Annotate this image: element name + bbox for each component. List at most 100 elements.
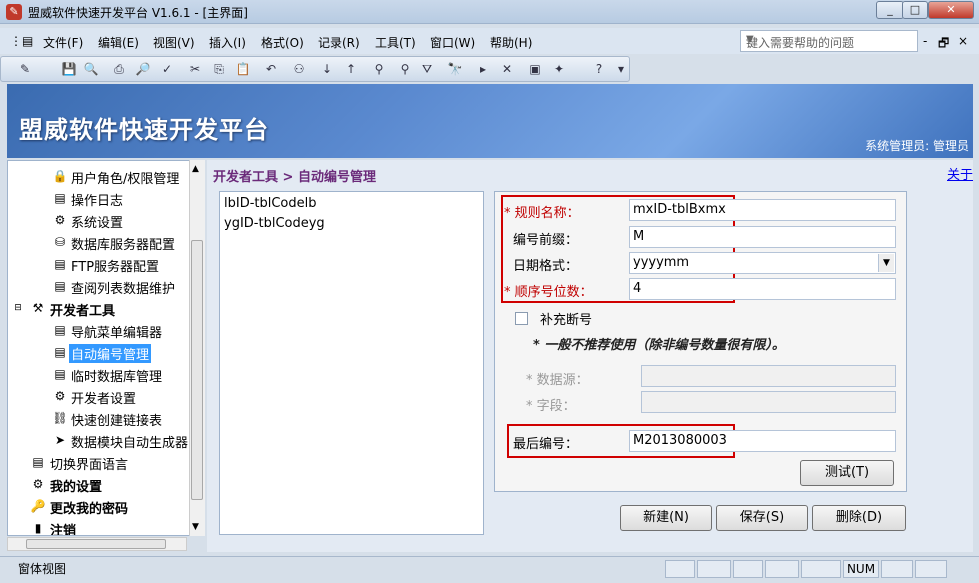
tree-vertical-scroll-thumb[interactable] (191, 240, 203, 500)
hyperlink-icon[interactable]: ⚇ (291, 61, 307, 77)
status-panel (765, 560, 799, 578)
num-lock-indicator: NUM (843, 560, 879, 578)
print-icon[interactable]: ⎙ (111, 61, 127, 77)
title-bar: ✎ 盟威软件快速开发平台 V1.6.1 - [主界面] _ □ ✕ (0, 0, 979, 24)
tree-item-db-server[interactable]: ⛁ 数据库服务器配置 (8, 231, 190, 253)
spelling-icon[interactable]: ✓ (159, 61, 175, 77)
menu-window[interactable]: 窗口(W) (430, 34, 475, 51)
scroll-up-icon[interactable]: ▲ (192, 164, 199, 174)
menu-insert[interactable]: 插入(I) (209, 34, 246, 51)
toolbar-options-icon[interactable]: ▾ (613, 61, 629, 77)
collapse-icon[interactable]: ⊟ (10, 300, 26, 316)
about-link[interactable]: 关于 (947, 164, 973, 183)
prefix-field[interactable]: M (629, 226, 896, 248)
datasource-field[interactable] (641, 365, 896, 387)
tree-item-auto-number[interactable]: ▤ 自动编号管理 (8, 341, 190, 363)
find-icon[interactable]: 🔭 (447, 61, 463, 77)
status-panel (801, 560, 841, 578)
test-button[interactable]: 测试(T) (800, 460, 894, 486)
key-icon: 🔑 (30, 499, 46, 513)
fill-gap-checkbox[interactable] (515, 312, 528, 325)
mdi-minimize-button[interactable]: - (923, 34, 927, 48)
new-button[interactable]: 新建(N) (620, 505, 712, 531)
tree-item-role-permission[interactable]: 🔒 用户角色/权限管理 (8, 165, 190, 187)
mdi-restore-button[interactable]: 🗗 (938, 34, 949, 55)
filter-selection-icon[interactable]: ⚲ (371, 61, 387, 77)
menu-records[interactable]: 记录(R) (318, 34, 360, 51)
date-format-label: 日期格式： (513, 259, 579, 274)
scroll-down-icon[interactable]: ▼ (192, 522, 199, 532)
prefix-label: 编号前缀： (513, 233, 579, 248)
new-object-icon[interactable]: ✦ (551, 61, 567, 77)
filter-icon[interactable]: ⛛ (419, 61, 435, 77)
print-preview-icon[interactable]: 🔎 (135, 61, 151, 77)
document-icon: ▤ (54, 323, 66, 337)
save-button[interactable]: 保存(S) (716, 505, 808, 531)
tree-item-switch-language[interactable]: ▤ 切换界面语言 (8, 451, 190, 473)
tree-horizontal-scroll-thumb[interactable] (26, 539, 166, 549)
help-search-input[interactable]: 键入需要帮助的问题 ▼ (740, 30, 918, 52)
tree-item-temp-db[interactable]: ▤ 临时数据库管理 (8, 363, 190, 385)
menu-grip-icon: ⋮▤ (10, 34, 34, 48)
date-format-select[interactable]: yyyymm ▼ (629, 252, 896, 274)
chevron-down-icon[interactable]: ▼ (746, 34, 915, 45)
tree-item-lookup-data[interactable]: ▤ 查阅列表数据维护 (8, 275, 190, 297)
last-number-field[interactable]: M2013080003 (629, 430, 896, 452)
rule-name-field[interactable]: mxID-tblBxmx (629, 199, 896, 221)
menu-file[interactable]: 文件(F) (43, 34, 83, 51)
tree-item-ftp-server[interactable]: ▤ FTP服务器配置 (8, 253, 190, 275)
menu-format[interactable]: 格式(O) (261, 34, 304, 51)
database-window-icon[interactable]: ▣ (527, 61, 543, 77)
settings-icon: ⚙ (54, 389, 66, 403)
menu-view[interactable]: 视图(V) (153, 34, 195, 51)
generator-icon: ➤ (54, 433, 66, 447)
tree-item-my-settings[interactable]: ⚙ 我的设置 (8, 473, 190, 495)
tree-item-system-settings[interactable]: ⚙ 系统设置 (8, 209, 190, 231)
paste-icon[interactable]: 📋 (235, 61, 251, 77)
tree-item-create-link-table[interactable]: ⛓ 快速创建链接表 (8, 407, 190, 429)
document-icon: ▤ (54, 191, 66, 205)
delete-record-icon[interactable]: ✕ (499, 61, 515, 77)
status-panel (665, 560, 695, 578)
tree-item-logout[interactable]: ▮ 注销 (8, 517, 190, 535)
minimize-button[interactable]: _ (876, 1, 904, 19)
tree-item-nav-menu-editor[interactable]: ▤ 导航菜单编辑器 (8, 319, 190, 341)
filter-form-icon[interactable]: ⚲ (397, 61, 413, 77)
menu-help[interactable]: 帮助(H) (490, 34, 532, 51)
mdi-close-button[interactable]: × (958, 34, 968, 48)
delete-button[interactable]: 删除(D) (812, 505, 906, 531)
status-panel (733, 560, 763, 578)
status-panel (881, 560, 913, 578)
save-icon[interactable]: 💾 (61, 61, 77, 77)
design-view-icon[interactable]: ✎ (17, 61, 33, 77)
last-number-label: 最后编号： (513, 437, 579, 452)
undo-icon[interactable]: ↶ (263, 61, 279, 77)
datasource-label: * 数据源： (526, 373, 589, 388)
tree-item-developer-settings[interactable]: ⚙ 开发者设置 (8, 385, 190, 407)
new-record-icon[interactable]: ▸ (475, 61, 491, 77)
sort-descending-icon[interactable]: ↑ (343, 61, 359, 77)
copy-icon[interactable]: ⎘ (211, 61, 227, 77)
field-field[interactable] (641, 391, 896, 413)
maximize-button[interactable]: □ (902, 1, 928, 19)
rule-name-label: * 规则名称： (504, 206, 580, 221)
menu-edit[interactable]: 编辑(E) (98, 34, 139, 51)
tree-item-operation-log[interactable]: ▤ 操作日志 (8, 187, 190, 209)
seq-digits-field[interactable]: 4 (629, 278, 896, 300)
status-panel (697, 560, 731, 578)
close-button[interactable]: ✕ (928, 1, 974, 19)
sort-ascending-icon[interactable]: ↓ (319, 61, 335, 77)
list-item[interactable]: lbID-tblCodelb (224, 196, 317, 211)
chevron-down-icon[interactable]: ▼ (878, 254, 894, 272)
rules-listbox[interactable]: lbID-tblCodelb ygID-tblCodeyg (219, 191, 484, 535)
window-title: 盟威软件快速开发平台 V1.6.1 - [主界面] (28, 6, 248, 20)
tree-item-change-password[interactable]: 🔑 更改我的密码 (8, 495, 190, 517)
tree-item-developer-tools[interactable]: ⊟ ⚒ 开发者工具 (8, 297, 190, 319)
help-icon[interactable]: ? (591, 61, 607, 77)
fill-gap-note: * 一般不推荐使用（除非编号数量很有限）。 (533, 338, 785, 353)
list-item[interactable]: ygID-tblCodeyg (224, 216, 325, 231)
cut-icon[interactable]: ✂ (187, 61, 203, 77)
search-file-icon[interactable]: 🔍 (83, 61, 99, 77)
tree-item-module-generator[interactable]: ➤ 数据模块自动生成器 (8, 429, 190, 451)
menu-tools[interactable]: 工具(T) (375, 34, 416, 51)
